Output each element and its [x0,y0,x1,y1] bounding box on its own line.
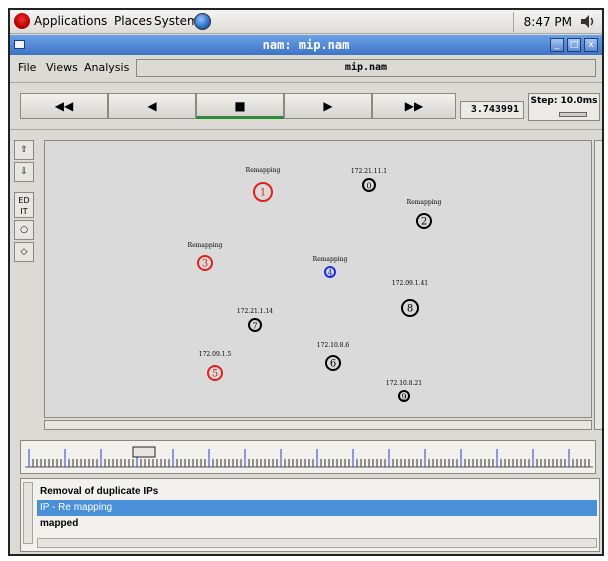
volume-icon[interactable] [579,13,596,30]
system-menu[interactable]: System [154,14,199,28]
node-id: 2 [421,217,427,228]
node-id: 8 [407,304,413,315]
canvas-horizontal-scrollbar[interactable] [44,420,592,430]
panel-separator [513,12,514,32]
annotation-item[interactable]: mapped [37,516,597,532]
web-browser-icon[interactable] [194,13,211,30]
timeline-thumb[interactable] [132,446,156,458]
node-label: 172.10.8.21 [386,380,422,387]
step-back-button[interactable]: ◀ [108,93,196,119]
simulation-time: 3.743991 [460,101,524,119]
annotation-panel: Removal of duplicate IPs IP - Re mapping… [20,478,600,552]
rewind-icon: ◀◀ [54,99,74,113]
network-node[interactable]: 2 Remapping [407,199,442,229]
node-id: 1 [260,188,266,199]
analysis-menu[interactable]: Analysis [84,61,129,74]
node-label: 172.09.1.41 [392,280,428,287]
zoom-out-icon[interactable]: ⇩ [14,162,34,182]
network-node[interactable]: 1 Remapping [246,167,281,202]
network-canvas[interactable]: 1 Remapping 0 172.21.11.1 2 Remapping 3 Remappi… [44,140,592,418]
window-title: nam: mip.nam [262,38,350,52]
step-slider[interactable] [559,112,587,117]
applications-menu[interactable]: Applications [34,14,107,28]
tool-column: ⇧ ⇩ ED IT ○ ◇ [14,140,36,440]
menubar: File Views Analysis mip.nam [10,56,602,80]
timeline-slider[interactable] [20,440,596,474]
desktop-window-frame: Applications Places System 8:47 PM nam: … [8,8,604,556]
fast-forward-button[interactable]: ▶▶ [372,93,456,119]
node-label: Remapping [313,256,348,263]
stop-button[interactable]: ■ [196,93,284,119]
network-node[interactable]: 3 Remapping [188,242,223,271]
stop-icon: ■ [234,99,246,113]
node-id: 0 [366,182,371,191]
views-menu[interactable]: Views [46,61,78,74]
file-menu[interactable]: File [18,61,36,74]
diamond-tool-icon[interactable]: ◇ [14,242,34,262]
node-id: 7 [252,322,257,331]
node-id: 4 [327,269,332,278]
back-icon: ◀ [147,99,157,113]
node-label: Remapping [246,167,281,174]
timeline-ticks [25,446,593,468]
node-label: 172.10.8.6 [317,342,350,349]
annotation-horizontal-scrollbar[interactable] [37,538,597,548]
network-node[interactable]: 5 172.09.1.5 [199,351,232,381]
play-icon: ▶ [323,99,333,113]
network-node[interactable]: 0 172.21.11.1 [351,168,387,192]
play-button[interactable]: ▶ [284,93,372,119]
rewind-button[interactable]: ◀◀ [20,93,108,119]
close-button[interactable]: x [584,38,598,52]
node-label: 172.21.11.1 [351,168,387,175]
circle-tool-icon[interactable]: ○ [14,220,34,240]
clock[interactable]: 8:47 PM [524,15,572,29]
annotation-item[interactable]: Removal of duplicate IPs [37,484,597,500]
redhat-logo-icon[interactable] [14,13,30,29]
node-id: 9 [401,393,406,402]
node-id: 3 [202,259,208,270]
window-titlebar[interactable]: nam: mip.nam _ □ x [10,35,602,55]
minimize-button[interactable]: _ [550,38,564,52]
network-node[interactable]: 8 172.09.1.41 [392,280,428,317]
annotation-item-selected[interactable]: IP - Re mapping [37,500,597,516]
node-label: Remapping [188,242,223,249]
canvas-vertical-scrollbar[interactable] [594,140,602,430]
step-control[interactable]: Step: 10.0ms [528,93,600,121]
node-label: Remapping [407,199,442,206]
top-panel: Applications Places System 8:47 PM [10,10,602,34]
node-label: 172.21.1.14 [237,308,273,315]
network-node[interactable]: 6 172.10.8.6 [317,342,350,371]
network-node[interactable]: 4 Remapping [313,256,348,278]
maximize-button[interactable]: □ [567,38,581,52]
annotation-vertical-scrollbar[interactable] [23,482,33,544]
edit-tool-button[interactable]: ED IT [14,192,34,218]
network-node[interactable]: 7 172.21.1.14 [237,308,273,332]
places-menu[interactable]: Places [114,14,152,28]
playback-toolbar: ◀◀ ◀ ■ ▶ ▶▶ 3.743991 Step: 10.0ms [10,82,602,130]
annotation-list: Removal of duplicate IPs IP - Re mapping… [37,484,597,532]
network-node[interactable]: 9 172.10.8.21 [386,380,422,402]
node-label: 172.09.1.5 [199,351,232,358]
node-id: 5 [212,369,218,380]
zoom-in-icon[interactable]: ⇧ [14,140,34,160]
fast-forward-icon: ▶▶ [404,99,424,113]
node-id: 6 [330,359,336,370]
node-layer: 1 Remapping 0 172.21.11.1 2 Remapping 3 Remappi… [188,167,442,402]
step-label: Step: 10.0ms [530,96,598,106]
trace-filename: mip.nam [136,59,596,77]
